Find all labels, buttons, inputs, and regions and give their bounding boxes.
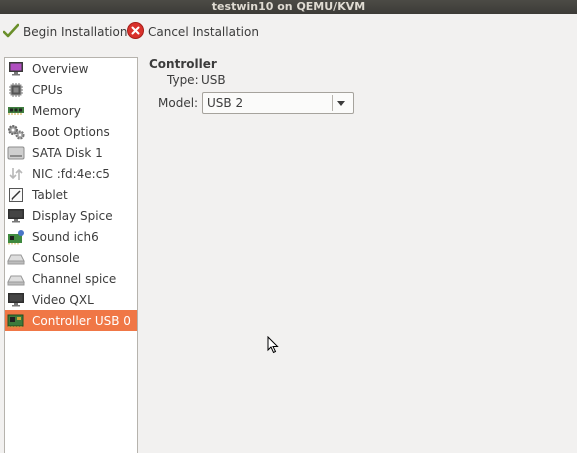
sidebar-item-controller-usb-0[interactable]: Controller USB 0 bbox=[5, 310, 137, 331]
monitor-overview-icon bbox=[7, 61, 25, 77]
cpu-chip-icon bbox=[7, 82, 25, 98]
cancel-icon bbox=[127, 22, 144, 42]
sidebar-item-label: Channel spice bbox=[32, 271, 117, 286]
begin-installation-label: Begin Installation bbox=[23, 25, 128, 39]
sidebar-item-memory[interactable]: Memory bbox=[5, 100, 137, 121]
combo-separator bbox=[332, 95, 333, 111]
sidebar-item-overview[interactable]: Overview bbox=[5, 58, 137, 79]
sidebar-item-nic[interactable]: NIC :fd:4e:c5 bbox=[5, 163, 137, 184]
sidebar-item-channel-spice[interactable]: Channel spice bbox=[5, 268, 137, 289]
cancel-installation-button[interactable]: Cancel Installation bbox=[127, 21, 259, 43]
sidebar-item-label: Controller USB 0 bbox=[32, 313, 131, 328]
sidebar-item-label: Sound ich6 bbox=[32, 229, 99, 244]
model-label: Model: bbox=[158, 96, 199, 110]
sidebar-item-boot-options[interactable]: Boot Options bbox=[5, 121, 137, 142]
hardware-list[interactable]: Overview CPUs Memory Boot Options SATA D… bbox=[4, 57, 138, 453]
tablet-icon bbox=[7, 187, 25, 203]
sidebar-item-video-qxl[interactable]: Video QXL bbox=[5, 289, 137, 310]
section-title: Controller bbox=[149, 57, 217, 71]
sidebar-item-label: Boot Options bbox=[32, 124, 110, 139]
sidebar-item-cpus[interactable]: CPUs bbox=[5, 79, 137, 100]
serial-port-icon bbox=[7, 271, 25, 287]
network-arrows-icon bbox=[7, 166, 25, 182]
sidebar-item-label: NIC :fd:4e:c5 bbox=[32, 166, 110, 181]
cancel-installation-label: Cancel Installation bbox=[148, 25, 259, 39]
sidebar-item-sound-ich6[interactable]: Sound ich6 bbox=[5, 226, 137, 247]
model-value: USB 2 bbox=[207, 96, 244, 110]
sound-card-icon bbox=[7, 229, 25, 245]
memory-module-icon bbox=[7, 103, 25, 119]
sidebar-item-tablet[interactable]: Tablet bbox=[5, 184, 137, 205]
display-icon bbox=[7, 208, 25, 224]
window-title: testwin10 on QEMU/KVM bbox=[211, 0, 366, 13]
serial-port-icon bbox=[7, 250, 25, 266]
mouse-pointer-icon bbox=[267, 335, 279, 357]
sidebar-item-label: Tablet bbox=[32, 187, 68, 202]
type-value: USB bbox=[201, 73, 226, 87]
details-panel: Controller Type: USB Model: USB 2 bbox=[139, 54, 577, 453]
sidebar-item-sata-disk-1[interactable]: SATA Disk 1 bbox=[5, 142, 137, 163]
sidebar-item-console[interactable]: Console bbox=[5, 247, 137, 268]
model-combobox[interactable]: USB 2 bbox=[202, 92, 354, 114]
disk-icon bbox=[7, 145, 25, 161]
gears-icon bbox=[7, 124, 25, 140]
sidebar-item-label: Memory bbox=[32, 103, 81, 118]
sidebar-item-display-spice[interactable]: Display Spice bbox=[5, 205, 137, 226]
type-label: Type: bbox=[167, 73, 199, 87]
pci-card-icon bbox=[7, 313, 25, 329]
toolbar: Begin Installation Cancel Installation bbox=[0, 14, 577, 54]
checkmark-icon bbox=[2, 23, 20, 42]
sidebar-item-label: CPUs bbox=[32, 82, 63, 97]
chevron-down-icon[interactable] bbox=[337, 101, 345, 106]
sidebar-item-label: Video QXL bbox=[32, 292, 94, 307]
window-titlebar[interactable]: testwin10 on QEMU/KVM bbox=[0, 0, 577, 14]
sidebar-item-label: Overview bbox=[32, 61, 89, 76]
begin-installation-button[interactable]: Begin Installation bbox=[2, 21, 128, 43]
display-icon bbox=[7, 292, 25, 308]
sidebar-item-label: Display Spice bbox=[32, 208, 113, 223]
sidebar-item-label: Console bbox=[32, 250, 80, 265]
sidebar-item-label: SATA Disk 1 bbox=[32, 145, 103, 160]
